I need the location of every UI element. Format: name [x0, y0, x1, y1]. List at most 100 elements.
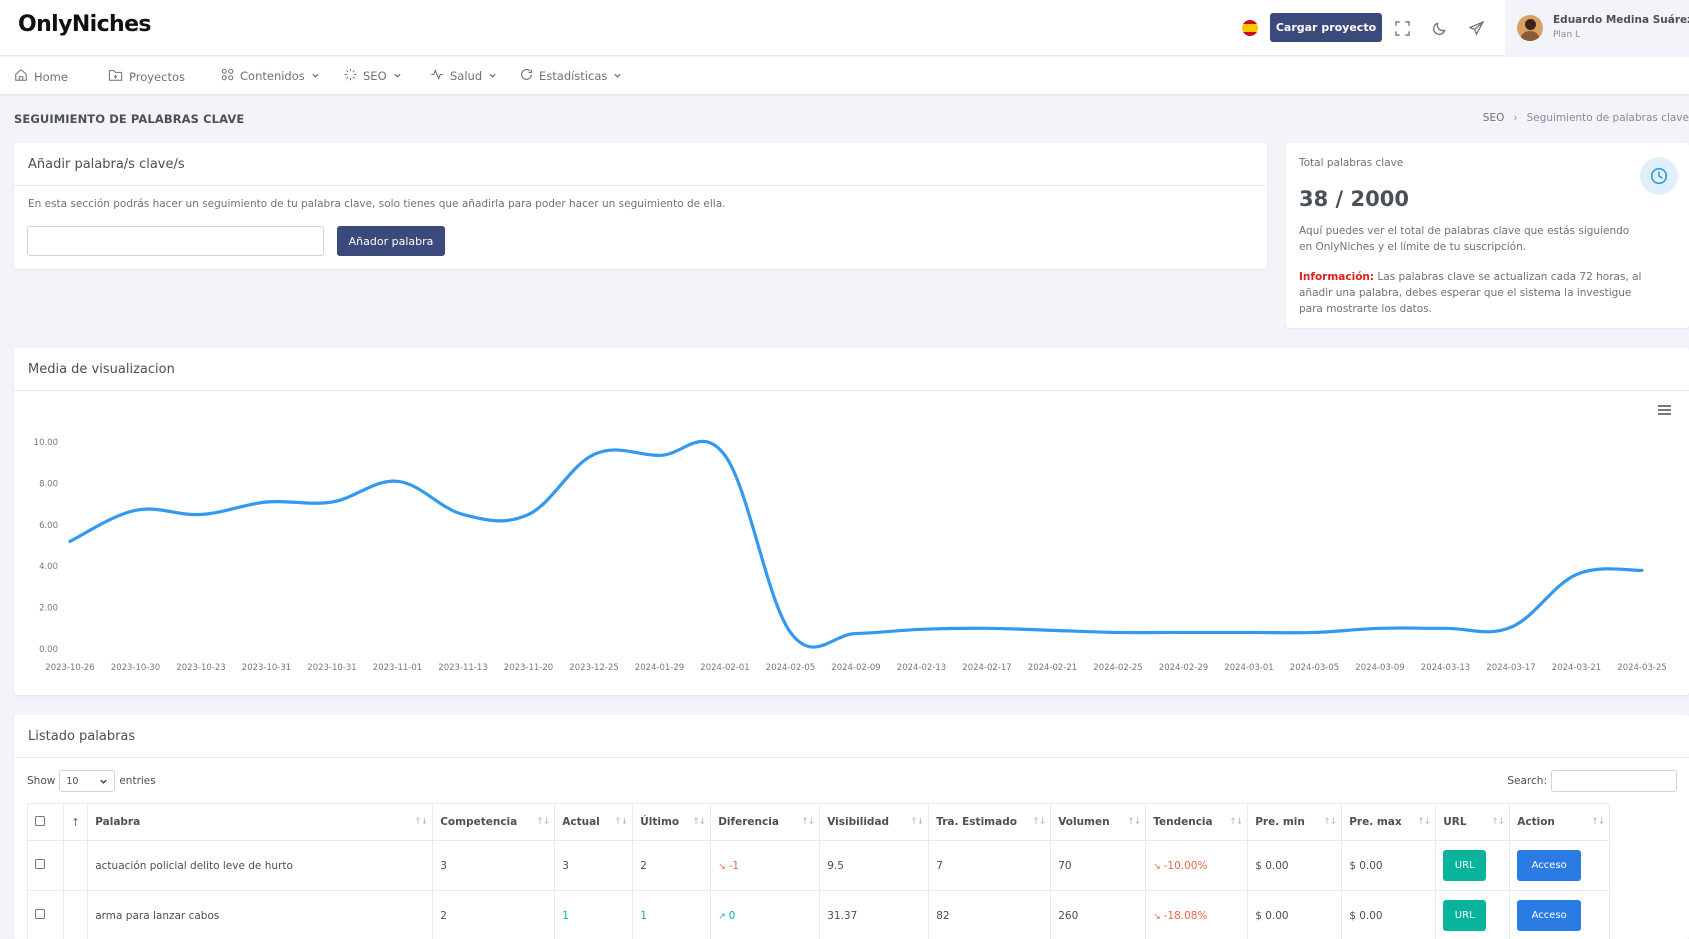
column-header-ultimo[interactable]: Último ↑↓: [632, 803, 712, 841]
nav-health[interactable]: Salud: [430, 68, 497, 84]
access-button[interactable]: Acceso: [1517, 850, 1582, 881]
data-point[interactable]: [195, 508, 207, 520]
data-point[interactable]: [654, 449, 666, 461]
nav-contents[interactable]: Contenidos: [221, 68, 320, 84]
cell-diferencia: ↘ -1: [710, 840, 821, 891]
sort-column-header[interactable]: ↑: [62, 803, 89, 841]
column-header-competencia[interactable]: Competencia ↑↓: [432, 803, 556, 841]
chart-card-title: Media de visualizacion: [14, 348, 1689, 391]
data-point[interactable]: [1178, 626, 1190, 638]
search-input[interactable]: [1551, 770, 1677, 792]
row-checkbox[interactable]: [35, 909, 45, 919]
home-icon: [14, 68, 28, 85]
upload-project-button[interactable]: Cargar proyecto: [1270, 13, 1382, 42]
x-tick-label: 2023-12-25: [569, 663, 618, 673]
x-tick-label: 2023-10-31: [242, 663, 291, 673]
data-point[interactable]: [261, 496, 273, 508]
app-logo[interactable]: OnlyNiches: [18, 12, 152, 37]
data-point[interactable]: [1047, 624, 1059, 636]
data-point[interactable]: [1636, 564, 1648, 576]
data-point[interactable]: [981, 622, 993, 634]
access-button[interactable]: Acceso: [1517, 900, 1582, 931]
trend-down-icon: ↘: [718, 861, 729, 872]
column-header-pre-max[interactable]: Pre. max ↑↓: [1341, 803, 1437, 841]
nav-home[interactable]: Home: [14, 68, 68, 85]
cell-actual: 3: [554, 840, 634, 891]
column-header-palabra[interactable]: Palabra ↑↓: [87, 803, 434, 841]
column-header-trafico[interactable]: Tra. Estimado ↑↓: [928, 803, 1052, 841]
cell-tendencia: ↘ -18.08%: [1145, 890, 1249, 939]
data-point[interactable]: [1571, 568, 1583, 580]
column-header-actual[interactable]: Actual ↑↓: [554, 803, 634, 841]
data-point[interactable]: [523, 508, 535, 520]
user-plan: Plan L: [1553, 30, 1581, 40]
url-button[interactable]: URL: [1443, 900, 1487, 931]
data-point[interactable]: [1505, 621, 1517, 633]
trend-up-icon: ↗: [718, 911, 729, 922]
x-tick-label: 2023-11-01: [373, 663, 422, 673]
sort-icon: ↑↓: [1591, 817, 1605, 827]
nav-seo-label: SEO: [363, 69, 387, 83]
data-point[interactable]: [457, 508, 469, 520]
data-point[interactable]: [916, 623, 928, 635]
page-length-select[interactable]: 10: [59, 770, 116, 792]
folder-icon: [108, 68, 123, 85]
data-point[interactable]: [850, 627, 862, 639]
data-point[interactable]: [1374, 622, 1386, 634]
sort-icon: ↑↓: [692, 817, 706, 827]
user-menu[interactable]: Eduardo Medina Suárez Plan L: [1505, 0, 1689, 56]
data-point[interactable]: [64, 535, 76, 547]
data-point[interactable]: [719, 449, 731, 461]
tendencia-value: -18.08%: [1163, 909, 1208, 922]
data-point[interactable]: [1243, 626, 1255, 638]
column-header-visibilidad[interactable]: Visibilidad ↑↓: [819, 803, 930, 841]
sort-icon: ↑↓: [536, 817, 550, 827]
top-header: OnlyNiches Cargar proyecto Eduardo Medin…: [0, 0, 1689, 56]
row-checkbox[interactable]: [35, 859, 45, 869]
send-icon[interactable]: [1464, 16, 1488, 40]
page-length-control: Show 10 entries: [27, 770, 156, 792]
column-header-label: Palabra: [95, 816, 141, 828]
fullscreen-icon[interactable]: [1390, 16, 1414, 40]
dark-mode-icon[interactable]: [1427, 16, 1451, 40]
data-point[interactable]: [1309, 626, 1321, 638]
column-header-url[interactable]: URL ↑↓: [1435, 803, 1511, 841]
url-button[interactable]: URL: [1443, 850, 1487, 881]
add-keyword-button[interactable]: Añador palabra: [337, 226, 445, 256]
nav-projects[interactable]: Proyectos: [108, 68, 185, 85]
column-header-volumen[interactable]: Volumen ↑↓: [1050, 803, 1147, 841]
column-header-action[interactable]: Action ↑↓: [1509, 803, 1611, 841]
spain-flag-icon[interactable]: [1242, 20, 1258, 36]
data-point[interactable]: [326, 496, 338, 508]
breadcrumb-seo[interactable]: SEO: [1483, 112, 1505, 124]
keyword-input[interactable]: [27, 226, 324, 256]
nav-statistics[interactable]: Estadísticas: [520, 68, 622, 84]
trend-down-icon: ↘: [1153, 861, 1164, 872]
column-header-tendencia[interactable]: Tendencia ↑↓: [1145, 803, 1249, 841]
column-header-pre-min[interactable]: Pre. min ↑↓: [1247, 803, 1343, 841]
data-point[interactable]: [392, 475, 404, 487]
chevron-down-icon: [311, 69, 320, 83]
x-tick-label: 2024-02-21: [1028, 663, 1077, 673]
cell-visibilidad: 31.37: [819, 890, 930, 939]
column-header-label: Tendencia: [1153, 816, 1213, 828]
column-header-label: Diferencia: [718, 816, 779, 828]
x-tick-label: 2024-02-13: [897, 663, 946, 673]
entries-label: entries: [119, 775, 156, 787]
data-point[interactable]: [1112, 626, 1124, 638]
sort-icon: ↑↓: [1032, 817, 1046, 827]
sort-icon: ↑↓: [614, 817, 628, 827]
nav-seo[interactable]: SEO: [344, 68, 402, 84]
chevron-down-icon: [488, 69, 497, 83]
total-keywords-description: Aquí puedes ver el total de palabras cla…: [1299, 225, 1630, 253]
cell-competencia: 3: [432, 840, 556, 891]
user-name: Eduardo Medina Suárez: [1553, 14, 1689, 26]
select-all-checkbox[interactable]: [35, 815, 45, 826]
data-point[interactable]: [588, 448, 600, 460]
data-point[interactable]: [130, 504, 142, 516]
column-header-diferencia[interactable]: Diferencia ↑↓: [710, 803, 821, 841]
cell-pre-min: $ 0.00: [1247, 840, 1343, 891]
data-point[interactable]: [785, 626, 797, 638]
tendencia-value: -10.00%: [1163, 859, 1208, 872]
data-point[interactable]: [1440, 622, 1452, 634]
